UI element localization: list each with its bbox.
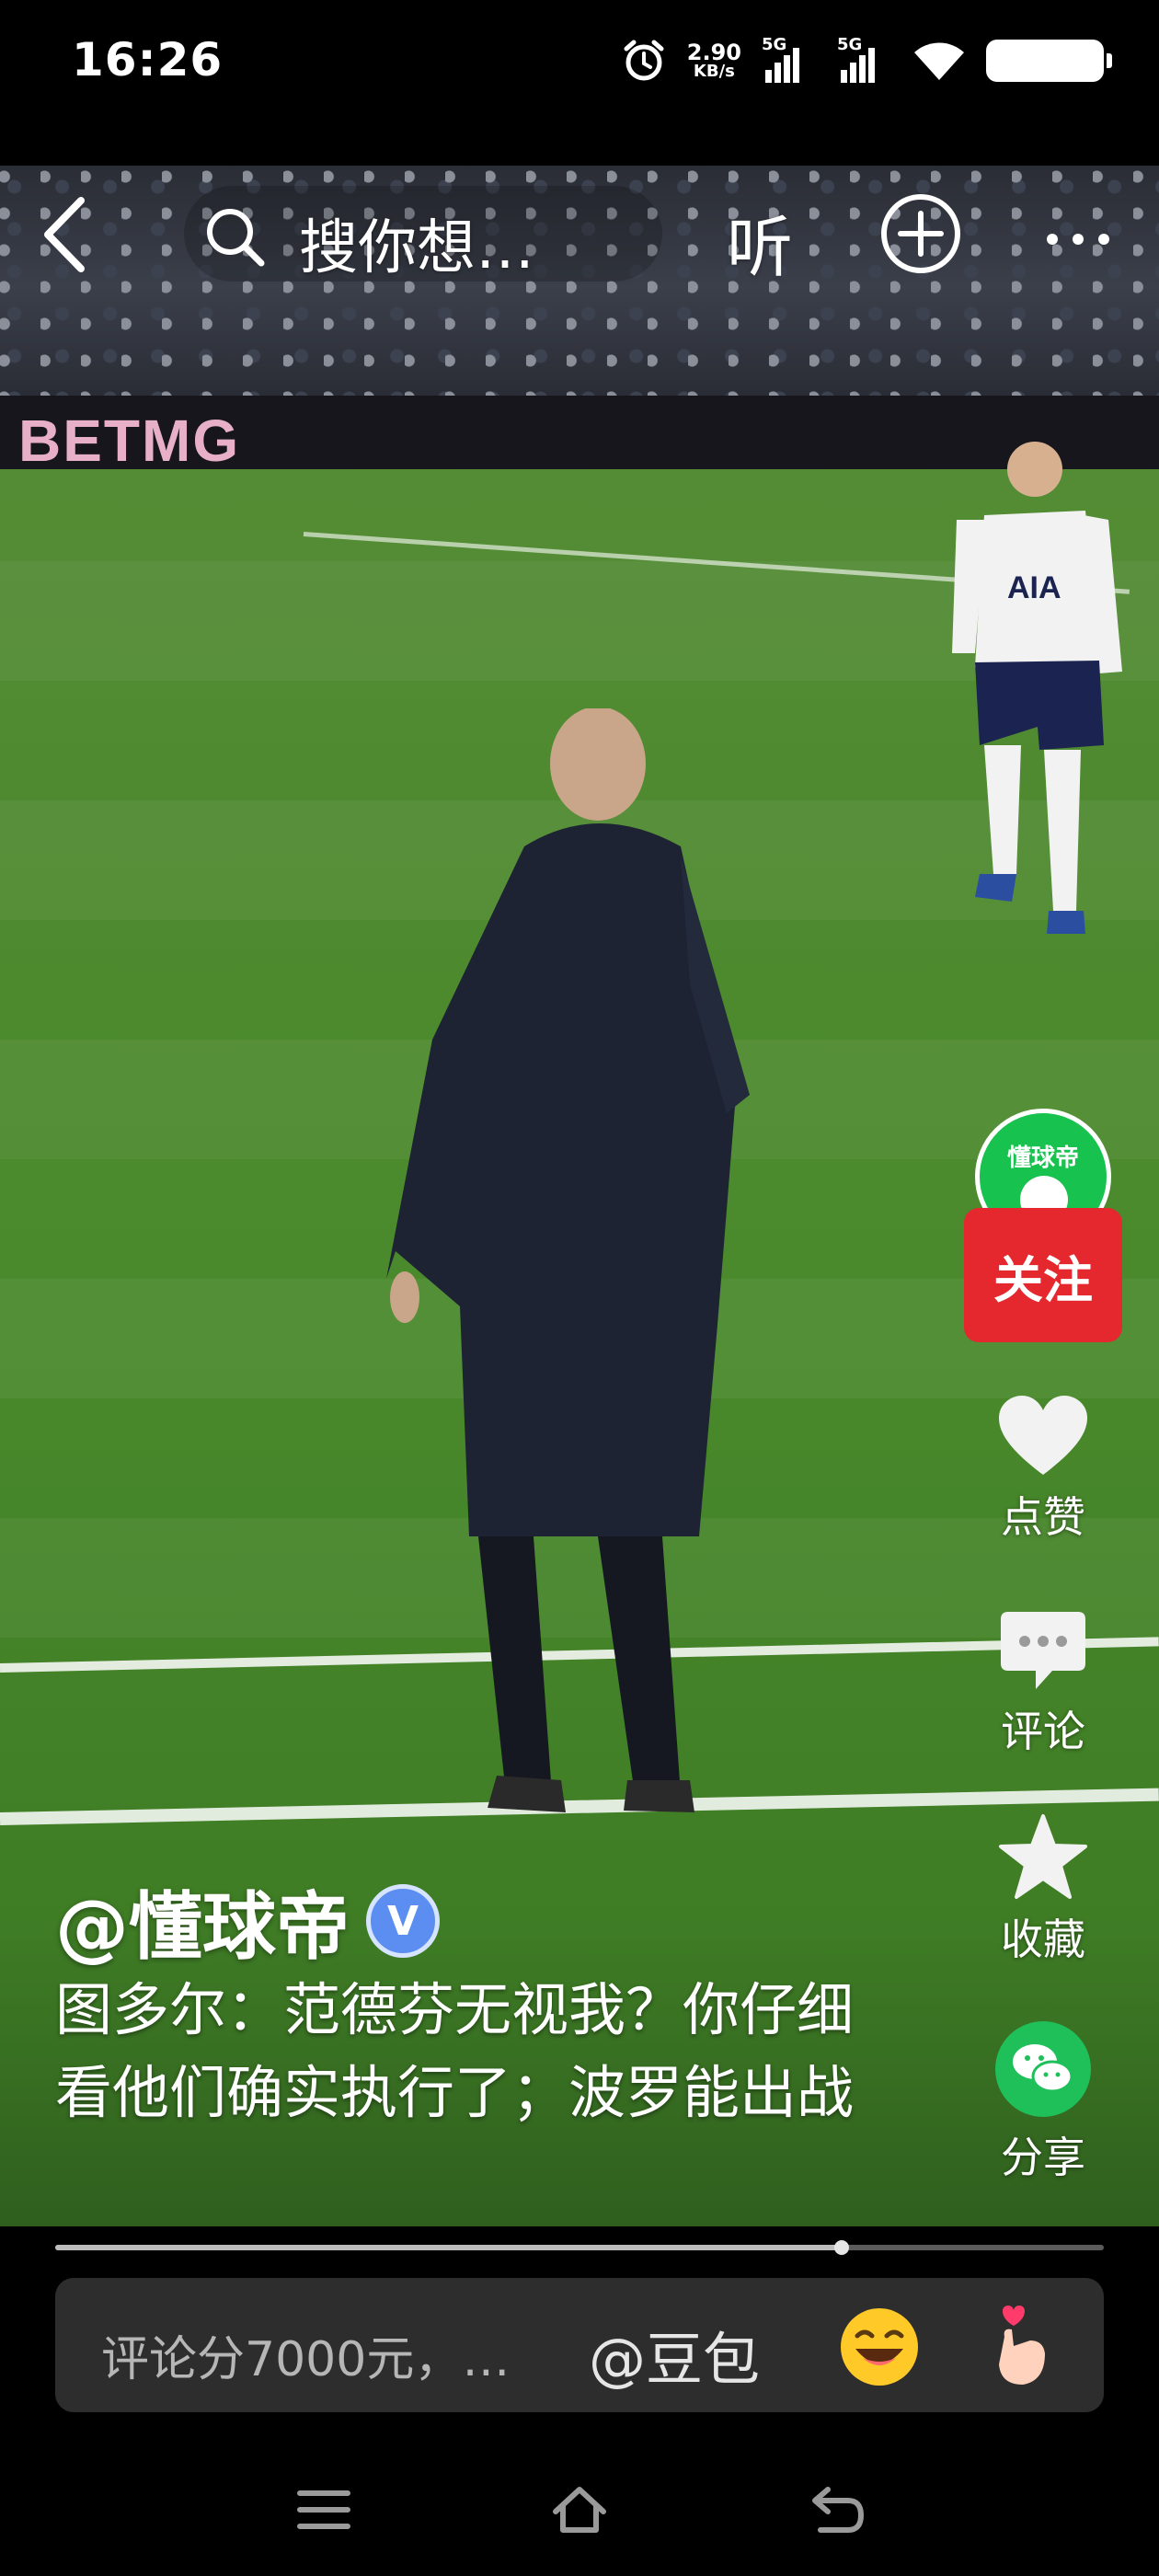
search-placeholder[interactable]: 搜你想… [299,201,534,285]
battery-icon [986,40,1112,82]
comment-button[interactable]: 评论 [975,1608,1111,1759]
back-icon[interactable] [37,193,92,276]
favorite-label: 收藏 [1001,1915,1085,1964]
signal-5g-icon: 5G [762,35,817,83]
wifi-icon [914,42,964,80]
like-label: 点赞 [1001,1492,1085,1542]
search-icon[interactable] [202,204,267,269]
favorite-button[interactable]: 收藏 [975,1812,1111,1967]
share-label: 分享 [1001,2133,1085,2182]
net-speed-unit: KB/s [693,62,735,81]
video-caption[interactable]: 图多尔：范德芬无视我？你仔细看他们确实执行了；波罗能出战 [55,1969,883,2134]
listen-button[interactable]: 听 [727,193,793,290]
finger-heart-emoji-icon[interactable] [984,2300,1058,2392]
like-button[interactable]: 点赞 [975,1394,1111,1545]
comment-icon [1001,1612,1085,1689]
laughing-emoji-icon[interactable] [837,2305,922,2389]
author-info[interactable]: @懂球帝 V [55,1868,440,1974]
verified-badge: V [366,1884,440,1958]
wechat-share-icon [995,2021,1091,2117]
alarm-icon [624,40,664,81]
status-icons: 2.90 KB/s 5G 5G [621,35,1112,86]
svg-text:AIA: AIA [1007,570,1061,605]
top-bar: 搜你想… 听 [0,166,1159,304]
signal-1-label: 5G [762,35,787,54]
signal-2-label: 5G [837,35,863,54]
signal-5g-icon: 5G [837,35,892,83]
avatar-text: 懂球帝 [1006,1144,1079,1172]
progress-thumb[interactable] [834,2240,849,2255]
back-nav-icon[interactable] [808,2484,866,2536]
home-icon[interactable] [550,2484,609,2536]
comment-label: 评论 [1001,1707,1085,1756]
comment-input[interactable]: 评论分7000元，… [101,2320,510,2389]
net-speed: 2.90 KB/s [687,41,741,80]
author-name[interactable]: @懂球帝 [55,1868,350,1974]
progress-fill [55,2245,842,2250]
star-icon [999,1814,1087,1899]
status-bar: 16:26 2.90 KB/s 5G 5G [0,0,1159,166]
heart-icon [999,1396,1087,1475]
player-figure: AIA [952,442,1122,934]
plus-icon[interactable] [878,191,963,276]
more-icon[interactable] [1041,230,1115,248]
mention-doubao-button[interactable]: @豆包 [589,2313,760,2396]
menu-icon[interactable] [294,2484,353,2536]
ad-board-text: BETMG [18,408,241,474]
net-speed-value: 2.90 [686,40,741,65]
coach-figure [386,708,750,1812]
follow-button[interactable]: 关注 [964,1208,1122,1342]
share-button[interactable]: 分享 [975,2019,1111,2185]
status-time: 16:26 [72,33,224,86]
